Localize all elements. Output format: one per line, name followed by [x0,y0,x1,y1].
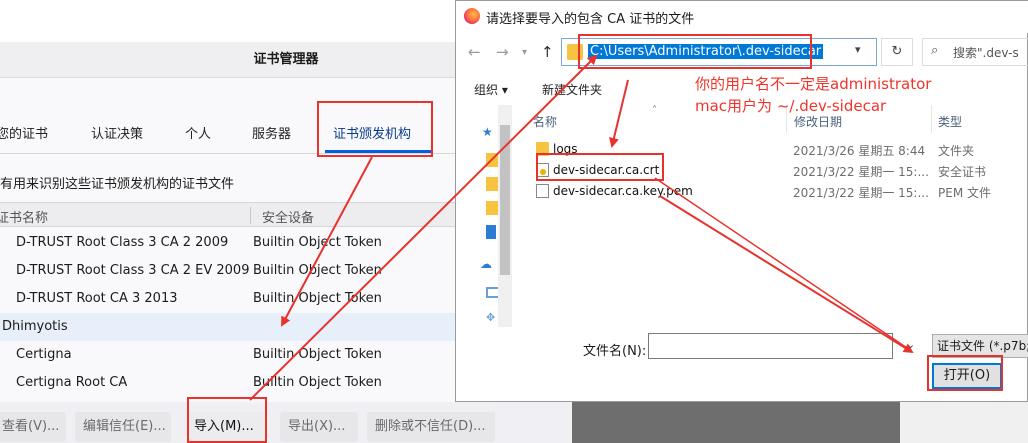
search-icon: ⌕ [931,43,939,58]
folder-icon[interactable] [486,201,498,215]
sort-up-icon: ˄ [652,105,657,116]
table-row[interactable]: Dhimyotis [0,313,460,341]
highlight-crt-file [536,153,664,181]
tab-servers[interactable]: 服务器 [252,123,291,142]
file-type: 安全证书 [938,165,987,179]
cert-name: Certigna Root CA [16,375,128,390]
up-arrow-icon[interactable]: ↑ [541,43,554,61]
tab-your-certs[interactable]: 您的证书 [0,123,48,142]
tab-auth-decisions[interactable]: 认证决策 [91,123,143,142]
column-type[interactable]: 类型 [938,113,962,130]
annotation-username-note: 你的用户名不一定是administrator [695,75,932,93]
edit-trust-button[interactable]: 编辑信任(E)... [75,412,171,442]
cert-table-header: 证书名称 安全设备 [0,202,460,227]
folder-icon[interactable] [486,153,498,167]
cert-description: 有用来识别这些证书颁发机构的证书文件 [0,177,235,192]
cert-group-name: Dhimyotis [2,319,68,334]
table-row[interactable]: D-TRUST Root Class 3 CA 2 2009 Builtin O… [0,229,460,257]
cert-name: D-TRUST Root Class 3 CA 2 EV 2009 [16,263,250,278]
cert-device: Builtin Object Token [253,291,382,306]
tab-people[interactable]: 个人 [185,123,211,142]
history-chevron-icon[interactable]: ▾ [522,47,527,58]
filename-label: 文件名(N): [583,344,647,359]
nav-scrollbar-thumb[interactable] [500,125,510,275]
network-icon[interactable]: ✥ [486,311,498,325]
column-name[interactable]: 名称 [533,113,557,130]
view-button[interactable]: 查看(V)... [0,412,66,442]
highlight-import-button [187,397,267,443]
file-date: 2021/3/22 星期一 15:... [793,186,929,200]
cert-device: Builtin Object Token [253,235,382,250]
search-box[interactable]: ⌕ 搜索".dev-s [922,38,1028,66]
delete-distrust-button[interactable]: 删除或不信任(D)... [367,412,495,442]
back-arrow-icon[interactable]: ← [468,43,481,61]
cert-device: Builtin Object Token [253,347,382,362]
cert-device: Builtin Object Token [253,375,382,390]
file-date: 2021/3/22 星期一 15:... [793,165,929,179]
file-name: dev-sidecar.ca.key.pem [553,184,693,198]
folder-icon[interactable] [486,177,498,191]
table-row[interactable]: D-TRUST Root Class 3 CA 2 EV 2009 Builti… [0,257,460,285]
search-input[interactable]: 搜索".dev-s [953,44,1019,61]
file-type: 文件夹 [938,144,975,158]
file-row[interactable]: dev-sidecar.ca.key.pem 2021/3/22 星期一 15:… [518,181,1028,202]
filename-input[interactable] [648,333,893,359]
cert-name: Certigna [16,347,72,362]
dialog-titlebar: 请选择要导入的包含 CA 证书的文件 [456,1,1028,33]
column-divider [250,207,251,224]
cert-device: Builtin Object Token [253,263,382,278]
table-row[interactable]: Certigna Root CA Builtin Object Token [0,369,460,397]
chevron-down-icon[interactable]: ⌄ [906,338,915,351]
file-date: 2021/3/26 星期五 8:44 [793,144,926,158]
new-folder-button[interactable]: 新建文件夹 [542,81,602,98]
table-row[interactable]: D-TRUST Root CA 3 2013 Builtin Object To… [0,285,460,313]
column-cert-name[interactable]: 证书名称 [0,207,48,226]
highlight-authorities-tab [317,101,433,157]
organize-button[interactable]: 组织 ▾ [474,81,508,98]
star-icon[interactable]: ★ [482,125,494,139]
document-icon[interactable] [486,225,496,239]
highlight-address-bar [578,34,812,69]
firefox-icon [464,8,480,24]
dialog-title: 请选择要导入的包含 CA 证书的文件 [486,12,695,27]
file-icon [536,184,549,198]
chevron-down-icon[interactable]: ▾ [855,43,861,56]
column-security-device[interactable]: 安全设备 [262,207,314,226]
annotation-mac-note: mac用户为 ~/.dev-sidecar [695,97,887,115]
refresh-icon[interactable]: ↻ [881,38,913,66]
highlight-open-button [927,355,1003,391]
column-divider [931,105,932,133]
cert-name: D-TRUST Root Class 3 CA 2 2009 [16,235,229,250]
cert-name: D-TRUST Root CA 3 2013 [16,291,178,306]
table-row[interactable]: Certigna Builtin Object Token [0,341,460,369]
cloud-icon[interactable]: ☁ [480,257,492,271]
export-button[interactable]: 导出(X)... [280,412,358,442]
forward-arrow-icon[interactable]: → [496,43,509,61]
file-type: PEM 文件 [938,186,991,200]
